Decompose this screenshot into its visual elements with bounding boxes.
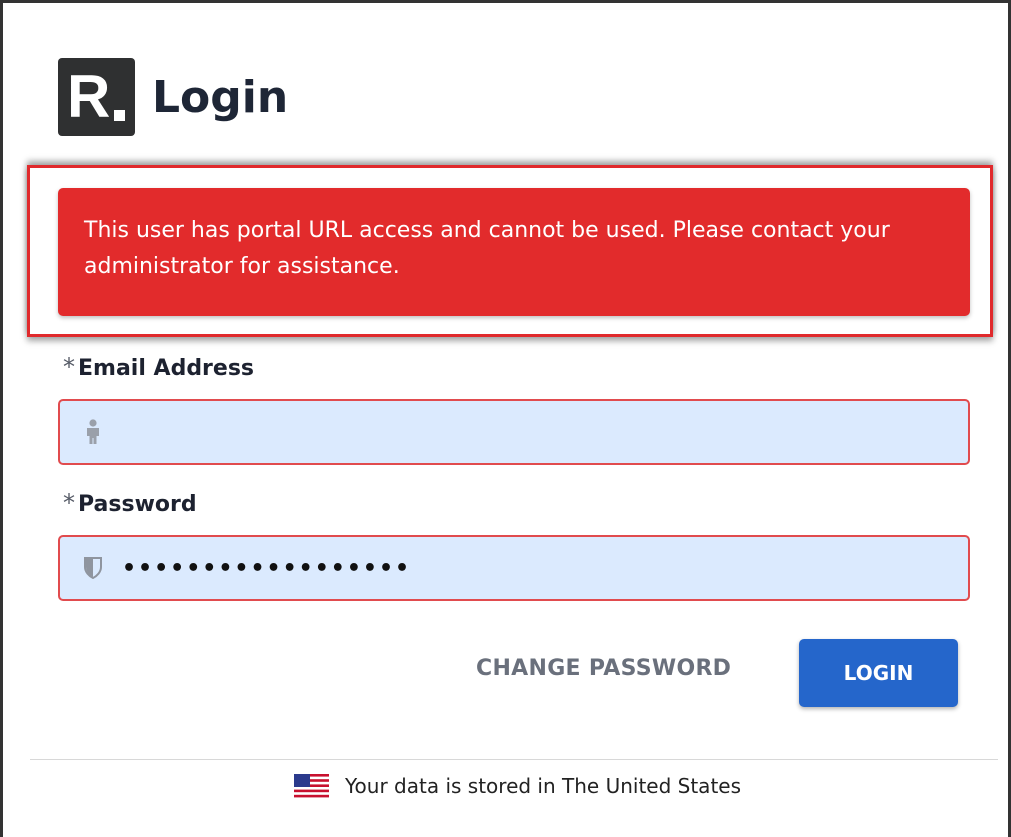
password-field[interactable]: •••••••••••••••••• [58,535,970,601]
password-label-text: Password [78,492,197,517]
logo-dot [114,110,125,121]
person-icon [82,419,104,445]
email-label: * Email Address [63,353,255,381]
page-title: Login [152,71,289,123]
password-value: •••••••••••••••••• [122,555,412,581]
required-asterisk: * [63,353,75,381]
required-asterisk: * [63,489,75,517]
footer-text: Your data is stored in The United States [345,774,742,798]
us-flag-icon [294,774,329,798]
change-password-link[interactable]: CHANGE PASSWORD [476,656,731,681]
logo-letter: R [67,63,111,130]
data-location-footer: Your data is stored in The United States [294,774,741,798]
error-alert: This user has portal URL access and cann… [58,188,970,316]
page-header: R Login [58,58,288,136]
email-field[interactable] [58,399,970,465]
footer-divider [30,759,998,760]
shield-icon [82,557,104,579]
password-label: * Password [63,489,197,517]
login-button[interactable]: LOGIN [799,639,958,707]
app-logo: R [58,58,135,136]
email-label-text: Email Address [78,356,255,381]
